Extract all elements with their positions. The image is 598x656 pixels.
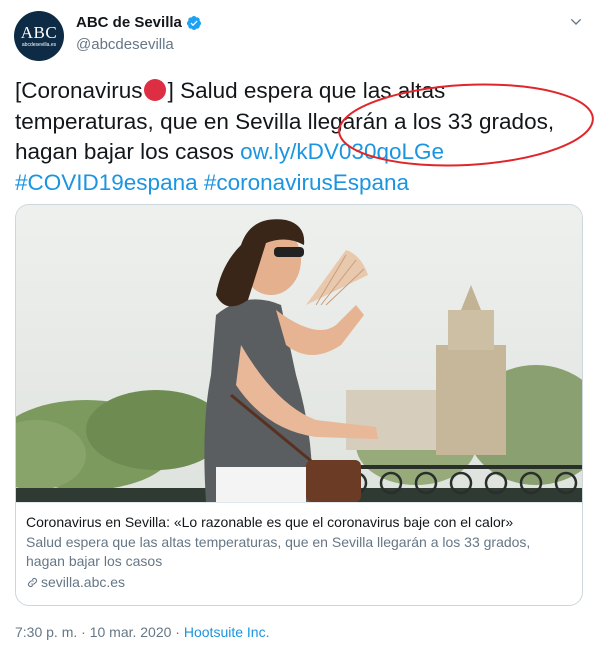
author-handle[interactable]: @abcdesevilla [76, 36, 174, 53]
avatar[interactable]: ABC abcdesevilla.es [14, 11, 64, 61]
card-domain-row: sevilla.abc.es [26, 573, 572, 592]
hashtag-coronavirusespana[interactable]: #coronavirusEspana [204, 170, 409, 195]
author-name[interactable]: ABC de Sevilla [76, 14, 182, 31]
card-photo-woman-with-fan[interactable] [16, 205, 582, 502]
avatar-logo-text: ABC [20, 23, 58, 42]
card-title: Coronavirus en Sevilla: «Lo razonable es… [26, 514, 514, 530]
avatar-logo-subtext: abcdesevilla.es [21, 42, 57, 48]
tweet-link[interactable]: ow.ly/kDV030qoLGe [240, 139, 444, 164]
chevron-down-icon[interactable] [568, 14, 584, 30]
link-preview-card[interactable]: Coronavirus en Sevilla: «Lo razonable es… [15, 204, 583, 606]
link-icon [27, 577, 38, 588]
tweet-timestamp[interactable]: 7:30 p. m. · 10 mar. 2020 · [15, 624, 184, 640]
card-domain: sevilla.abc.es [41, 574, 126, 590]
card-body[interactable]: Coronavirus en Sevilla: «Lo razonable es… [16, 502, 582, 592]
verified-badge-icon [186, 15, 201, 30]
hashtag-covid19espana[interactable]: #COVID19espana [15, 170, 198, 195]
tweet-footer: 7:30 p. m. · 10 mar. 2020 · Hootsuite In… [15, 624, 269, 640]
red-circle-emoji [143, 79, 166, 101]
tweet-source[interactable]: Hootsuite Inc. [184, 624, 270, 640]
author-name-row[interactable]: ABC de Sevilla [76, 14, 202, 31]
tweet-text-start: [Coronavirus [15, 78, 143, 103]
tweet-text: [Coronavirus] Salud espera que las altas… [15, 76, 590, 198]
card-description: Salud espera que las altas temperaturas,… [26, 534, 531, 569]
